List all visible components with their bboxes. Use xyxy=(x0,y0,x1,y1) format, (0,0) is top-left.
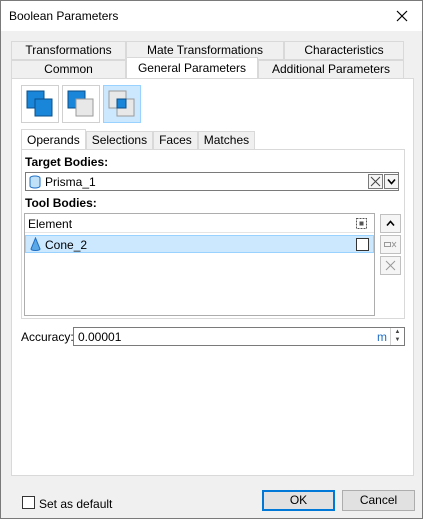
inner-tab-strip: Operands Selections Faces Matches xyxy=(21,129,256,150)
tab-additional-parameters[interactable]: Additional Parameters xyxy=(258,60,404,79)
tab-row-2: Common General Parameters Additional Par… xyxy=(11,57,404,79)
target-bodies-value: Prisma_1 xyxy=(45,175,96,189)
spin-down-icon[interactable]: ▼ xyxy=(391,336,404,344)
column-header-element: Element xyxy=(28,217,73,231)
tool-row-checkbox[interactable] xyxy=(356,238,369,251)
tool-bodies-label: Tool Bodies: xyxy=(25,196,97,210)
accuracy-input[interactable]: 0.00001 m ▲ ▼ xyxy=(73,327,405,346)
close-button[interactable] xyxy=(382,1,422,31)
intersect-icon xyxy=(108,90,135,117)
tab-operands[interactable]: Operands xyxy=(21,129,86,150)
tab-characteristics[interactable]: Characteristics xyxy=(284,41,404,60)
boolean-parameters-dialog: Boolean Parameters Transformations Mate … xyxy=(0,0,423,519)
accuracy-spinner: ▲ ▼ xyxy=(390,328,404,345)
tool-body-value: Cone_2 xyxy=(45,238,88,252)
subtract-mode-button[interactable] xyxy=(62,85,100,123)
select-all-icon[interactable] xyxy=(356,218,367,229)
tab-common[interactable]: Common xyxy=(11,60,126,79)
move-up-button[interactable] xyxy=(380,214,401,233)
cylinder-icon xyxy=(29,175,41,189)
title-bar: Boolean Parameters xyxy=(1,1,422,31)
union-icon xyxy=(26,90,53,117)
target-bodies-label: Target Bodies: xyxy=(25,155,109,169)
clear-all-icon xyxy=(385,260,396,271)
table-header: Element xyxy=(25,214,374,233)
remove-item-button[interactable] xyxy=(380,235,401,254)
set-as-default-label: Set as default xyxy=(39,497,113,511)
chevron-up-icon xyxy=(386,220,395,227)
window-title: Boolean Parameters xyxy=(9,9,119,23)
close-icon xyxy=(396,10,408,22)
clear-target-button[interactable] xyxy=(368,174,383,189)
tab-general-parameters[interactable]: General Parameters xyxy=(126,57,258,79)
intersect-mode-button[interactable] xyxy=(103,85,141,123)
target-bodies-field[interactable]: Prisma_1 xyxy=(25,172,399,191)
chevron-down-icon xyxy=(387,178,396,185)
clear-all-button[interactable] xyxy=(380,256,401,275)
tab-selections[interactable]: Selections xyxy=(85,131,154,150)
tool-bodies-table: Element Cone_2 xyxy=(24,213,375,316)
cancel-button[interactable]: Cancel xyxy=(342,490,415,511)
table-row[interactable]: Cone_2 xyxy=(25,235,374,253)
accuracy-value: 0.00001 xyxy=(78,330,122,344)
spin-up-icon[interactable]: ▲ xyxy=(391,328,404,336)
clear-icon xyxy=(370,176,381,187)
remove-icon xyxy=(384,241,397,248)
tab-faces[interactable]: Faces xyxy=(153,131,198,150)
accuracy-unit[interactable]: m xyxy=(377,330,387,344)
set-as-default-checkbox[interactable] xyxy=(22,496,35,509)
union-mode-button[interactable] xyxy=(21,85,59,123)
ok-button[interactable]: OK xyxy=(262,490,335,511)
subtract-icon xyxy=(67,90,94,117)
tab-transformations[interactable]: Transformations xyxy=(11,41,126,60)
tab-matches[interactable]: Matches xyxy=(197,131,256,150)
accuracy-label: Accuracy: xyxy=(21,330,74,344)
target-dropdown-button[interactable] xyxy=(384,174,399,189)
cone-icon xyxy=(30,237,41,251)
